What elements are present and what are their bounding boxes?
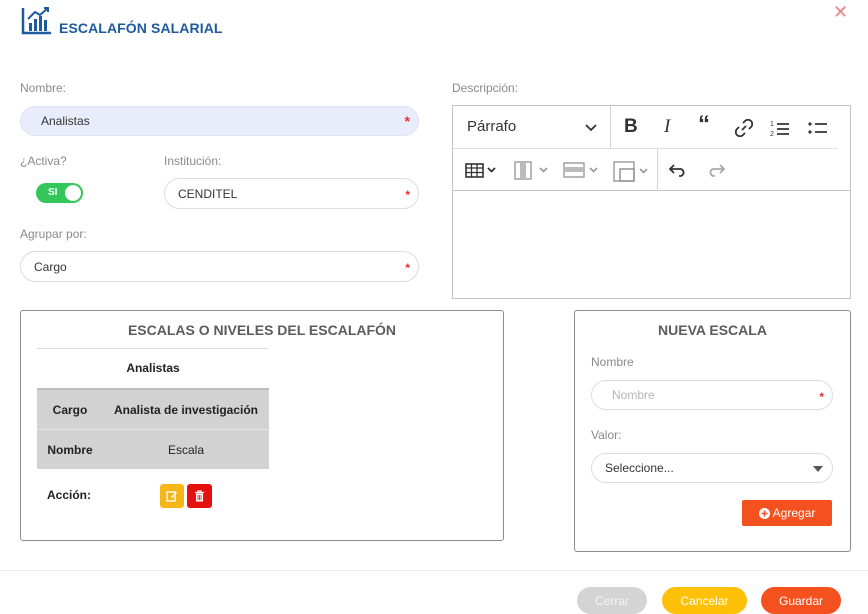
agrupar-label: Agrupar por: bbox=[20, 227, 87, 241]
table-row: Nombre Escala bbox=[37, 429, 269, 469]
guardar-label: Guardar bbox=[778, 593, 824, 608]
editor-toolbar-row2 bbox=[453, 149, 850, 191]
cancelar-label: Cancelar bbox=[680, 593, 729, 608]
cerrar-label: Cerrar bbox=[594, 593, 629, 608]
edit-icon bbox=[166, 491, 177, 502]
toggle-text: SI bbox=[48, 187, 58, 198]
table-row: Cargo Analista de investigación bbox=[37, 388, 269, 429]
cerrar-button[interactable]: Cerrar bbox=[577, 587, 647, 614]
required-mark: * bbox=[405, 261, 410, 275]
bulleted-list-icon[interactable] bbox=[808, 118, 828, 138]
editor-toolbar-row1: Párrafo B I “ 12 bbox=[453, 106, 838, 149]
nueva-nombre-label: Nombre bbox=[591, 355, 634, 369]
redo-icon[interactable] bbox=[706, 163, 726, 177]
svg-text:2: 2 bbox=[770, 131, 774, 138]
trash-icon bbox=[195, 490, 204, 502]
blockquote-icon[interactable]: “ bbox=[698, 113, 710, 137]
table-row-icon[interactable] bbox=[563, 161, 601, 180]
chevron-down-icon[interactable] bbox=[585, 123, 597, 133]
editor-content-area[interactable] bbox=[453, 191, 850, 298]
group-name: Analistas bbox=[126, 361, 180, 375]
footer-divider bbox=[0, 570, 868, 571]
heading-select[interactable]: Párrafo bbox=[467, 118, 516, 135]
agregar-button[interactable]: Agregar bbox=[742, 500, 832, 526]
numbered-list-icon[interactable]: 12 bbox=[770, 118, 790, 138]
description-editor: Párrafo B I “ 12 bbox=[452, 105, 851, 299]
nombre-placeholder: Nombre bbox=[612, 388, 655, 402]
valor-label: Valor: bbox=[591, 428, 622, 442]
nueva-escala-title: NUEVA ESCALA bbox=[658, 322, 767, 338]
institucion-label: Institución: bbox=[164, 154, 222, 168]
italic-icon[interactable]: I bbox=[664, 117, 670, 136]
undo-icon[interactable] bbox=[668, 163, 688, 177]
svg-text:1: 1 bbox=[770, 121, 774, 128]
nueva-nombre-input[interactable]: Nombre * bbox=[591, 380, 833, 410]
agrupar-value: Cargo bbox=[34, 259, 67, 274]
nombre-label: Nombre: bbox=[20, 81, 67, 95]
chart-bars-icon bbox=[21, 7, 51, 35]
row-label: Nombre bbox=[47, 443, 93, 457]
delete-button[interactable] bbox=[187, 484, 212, 508]
agregar-label: Agregar bbox=[772, 506, 816, 520]
close-icon[interactable]: ✕ bbox=[833, 2, 848, 23]
caret-down-icon bbox=[813, 466, 823, 472]
escalas-title: ESCALAS O NIVELES DEL ESCALAFÓN bbox=[127, 322, 397, 338]
institucion-select[interactable]: CENDITEL * bbox=[164, 178, 419, 209]
required-mark: * bbox=[819, 390, 824, 404]
valor-value: Seleccione... bbox=[605, 461, 674, 475]
required-mark: * bbox=[405, 188, 410, 202]
link-icon[interactable] bbox=[735, 119, 753, 137]
required-mark: * bbox=[404, 113, 410, 129]
activa-toggle[interactable]: SI bbox=[36, 183, 83, 203]
row-value: Escala bbox=[167, 443, 205, 457]
plus-circle-icon bbox=[758, 507, 770, 519]
heading-select-label: Párrafo bbox=[467, 118, 517, 135]
table-header: Analistas bbox=[37, 348, 269, 388]
edit-button[interactable] bbox=[160, 484, 184, 508]
table-column-icon[interactable] bbox=[514, 161, 550, 180]
row-value: Analista de investigación bbox=[113, 403, 259, 417]
nombre-value: Analistas bbox=[41, 114, 90, 128]
cancelar-button[interactable]: Cancelar bbox=[662, 587, 747, 614]
activa-label: ¿Activa? bbox=[20, 154, 67, 168]
row-label: Cargo bbox=[52, 403, 88, 417]
guardar-button[interactable]: Guardar bbox=[761, 587, 841, 614]
agrupar-select[interactable]: Cargo * bbox=[20, 251, 419, 282]
descripcion-label: Descripción: bbox=[452, 81, 519, 95]
merge-cells-icon[interactable] bbox=[613, 161, 651, 182]
toggle-knob bbox=[65, 185, 81, 201]
insert-table-icon[interactable] bbox=[465, 162, 497, 179]
accion-label: Acción: bbox=[47, 488, 92, 502]
institucion-value: CENDITEL bbox=[178, 186, 238, 201]
page-title: ESCALAFÓN SALARIAL bbox=[59, 20, 223, 36]
valor-select[interactable]: Seleccione... bbox=[591, 453, 833, 483]
nombre-input[interactable]: Analistas * bbox=[20, 106, 419, 136]
bold-icon[interactable]: B bbox=[624, 117, 638, 136]
